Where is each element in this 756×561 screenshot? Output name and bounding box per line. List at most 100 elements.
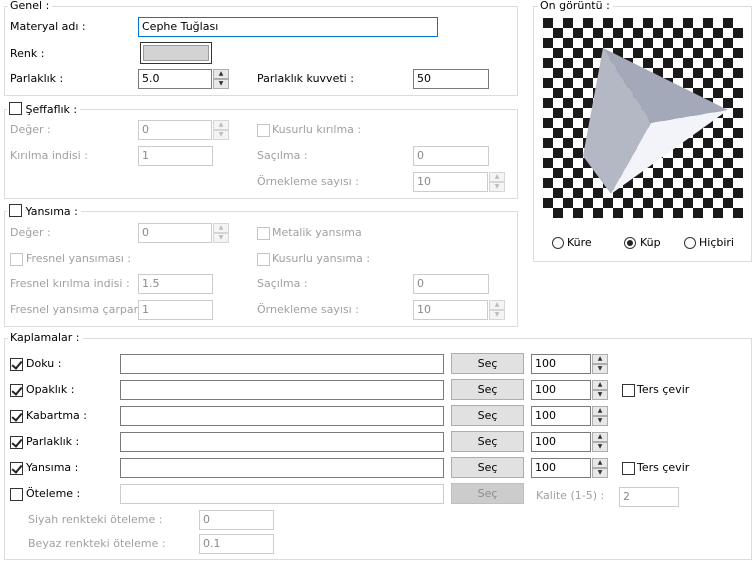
opacity-map-checkbox[interactable] bbox=[10, 384, 23, 397]
refraction-index-input[interactable]: 1 bbox=[138, 146, 213, 166]
bump-map-label: Kabartma : bbox=[26, 409, 87, 422]
reflection-value-label: Değer : bbox=[10, 226, 51, 239]
reflection-sample-count-label: Örnekleme sayısı : bbox=[257, 303, 359, 316]
spin-down-icon[interactable]: ▼ bbox=[592, 390, 608, 400]
gloss-map-label: Parlaklık : bbox=[26, 435, 80, 448]
transparency-checkbox[interactable] bbox=[9, 102, 22, 115]
reflection-map-select-button[interactable]: Seç bbox=[451, 457, 524, 478]
spin-down-icon[interactable]: ▼ bbox=[592, 442, 608, 452]
refraction-index-label: Kırılma indisi : bbox=[10, 149, 88, 162]
reflection-map-amount-stepper[interactable]: ▲ ▼ bbox=[592, 458, 608, 478]
spin-up-icon[interactable]: ▲ bbox=[213, 69, 229, 79]
transparency-sample-count-label: Örnekleme sayısı : bbox=[257, 175, 359, 188]
gloss-map-select-button[interactable]: Seç bbox=[451, 431, 524, 452]
spin-down-icon[interactable]: ▼ bbox=[489, 182, 505, 192]
bump-map-select-button[interactable]: Seç bbox=[451, 405, 524, 426]
bump-map-amount-input[interactable]: 100 bbox=[531, 406, 591, 426]
reflection-map-checkbox[interactable] bbox=[10, 462, 23, 475]
spin-up-icon[interactable]: ▲ bbox=[489, 172, 505, 182]
opacity-map-label: Opaklık : bbox=[26, 383, 75, 396]
opacity-map-amount-input[interactable]: 100 bbox=[531, 380, 591, 400]
brightness-stepper[interactable]: ▲ ▼ bbox=[213, 69, 229, 89]
reflection-scatter-input[interactable]: 0 bbox=[413, 274, 489, 294]
spin-up-icon[interactable]: ▲ bbox=[592, 432, 608, 442]
imperfect-refraction-checkbox[interactable] bbox=[257, 124, 270, 137]
reflection-value-input[interactable]: 0 bbox=[138, 223, 212, 243]
reflection-sample-count-input[interactable]: 10 bbox=[413, 300, 488, 320]
spin-down-icon[interactable]: ▼ bbox=[489, 310, 505, 320]
bump-map-checkbox[interactable] bbox=[10, 410, 23, 423]
transparency-value-stepper[interactable]: ▲ ▼ bbox=[213, 120, 229, 140]
opacity-map-amount-stepper[interactable]: ▲ ▼ bbox=[592, 380, 608, 400]
spin-up-icon[interactable]: ▲ bbox=[213, 223, 229, 233]
reflection-map-label: Yansıma : bbox=[26, 461, 79, 474]
displacement-map-path-input[interactable] bbox=[120, 484, 444, 504]
spin-up-icon[interactable]: ▲ bbox=[592, 380, 608, 390]
spin-down-icon[interactable]: ▼ bbox=[213, 130, 229, 140]
transparency-scatter-label: Saçılma : bbox=[257, 149, 308, 162]
reflection-sample-count-stepper[interactable]: ▲ ▼ bbox=[489, 300, 505, 320]
gloss-map-amount-input[interactable]: 100 bbox=[531, 432, 591, 452]
transparency-sample-count-input[interactable]: 10 bbox=[413, 172, 488, 192]
bump-map-amount-stepper[interactable]: ▲ ▼ bbox=[592, 406, 608, 426]
transparency-sample-count-stepper[interactable]: ▲ ▼ bbox=[489, 172, 505, 192]
material-name-label: Materyal adı : bbox=[10, 20, 86, 33]
fresnel-index-input[interactable]: 1.5 bbox=[138, 274, 213, 294]
reflection-legend: Yansıma : bbox=[7, 204, 81, 218]
displacement-map-select-button[interactable]: Seç bbox=[451, 483, 524, 504]
brightness-input[interactable]: 5.0 bbox=[138, 69, 212, 89]
texture-map-select-button[interactable]: Seç bbox=[451, 353, 524, 374]
gloss-map-amount-stepper[interactable]: ▲ ▼ bbox=[592, 432, 608, 452]
opacity-map-select-button[interactable]: Seç bbox=[451, 379, 524, 400]
fresnel-index-label: Fresnel kırılma indisi : bbox=[10, 277, 130, 290]
opacity-map-path-input[interactable] bbox=[120, 380, 444, 400]
spin-down-icon[interactable]: ▼ bbox=[213, 233, 229, 243]
transparency-value-label: Değer : bbox=[10, 123, 51, 136]
color-swatch bbox=[143, 45, 209, 61]
imperfect-reflection-checkbox[interactable] bbox=[257, 253, 270, 266]
fresnel-reflection-checkbox[interactable] bbox=[10, 253, 23, 266]
metallic-reflection-checkbox[interactable] bbox=[257, 227, 270, 240]
displacement-quality-label: Kalite (1-5) : bbox=[536, 489, 605, 502]
spin-up-icon[interactable]: ▲ bbox=[592, 458, 608, 468]
gloss-map-path-input[interactable] bbox=[120, 432, 444, 452]
displacement-map-checkbox[interactable] bbox=[10, 488, 23, 501]
preview-option-sphere-radio[interactable] bbox=[552, 237, 564, 249]
reflection-checkbox[interactable] bbox=[9, 204, 22, 217]
fresnel-multiplier-input[interactable]: 1 bbox=[138, 300, 213, 320]
opacity-invert-checkbox[interactable] bbox=[622, 384, 635, 397]
black-displacement-label: Siyah renkteki öteleme : bbox=[28, 513, 163, 526]
texture-map-amount-input[interactable]: 100 bbox=[531, 354, 591, 374]
white-displacement-input[interactable]: 0.1 bbox=[199, 534, 274, 554]
spin-up-icon[interactable]: ▲ bbox=[213, 120, 229, 130]
texture-map-amount-stepper[interactable]: ▲ ▼ bbox=[592, 354, 608, 374]
preview-option-cube-radio[interactable] bbox=[624, 237, 636, 249]
brightness-strength-input[interactable]: 50 bbox=[413, 69, 489, 89]
spin-down-icon[interactable]: ▼ bbox=[592, 364, 608, 374]
spin-down-icon[interactable]: ▼ bbox=[592, 416, 608, 426]
reflection-map-path-input[interactable] bbox=[120, 458, 444, 478]
transparency-value-input[interactable]: 0 bbox=[138, 120, 212, 140]
opacity-invert-label: Ters çevir bbox=[637, 383, 690, 396]
bump-map-path-input[interactable] bbox=[120, 406, 444, 426]
material-name-input[interactable]: Cephe Tuğlası bbox=[138, 17, 438, 37]
reflection-invert-checkbox[interactable] bbox=[622, 462, 635, 475]
texture-map-checkbox[interactable] bbox=[10, 358, 23, 371]
reflection-scatter-label: Saçılma : bbox=[257, 277, 308, 290]
texture-map-path-input[interactable] bbox=[120, 354, 444, 374]
gloss-map-checkbox[interactable] bbox=[10, 436, 23, 449]
displacement-map-label: Öteleme : bbox=[26, 487, 81, 500]
spin-up-icon[interactable]: ▲ bbox=[592, 354, 608, 364]
black-displacement-input[interactable]: 0 bbox=[199, 510, 274, 530]
preview-option-none-radio[interactable] bbox=[684, 237, 696, 249]
preview-legend: Ön görüntü : bbox=[538, 0, 613, 12]
spin-down-icon[interactable]: ▼ bbox=[213, 79, 229, 89]
transparency-scatter-input[interactable]: 0 bbox=[413, 146, 489, 166]
displacement-quality-input[interactable]: 2 bbox=[619, 487, 679, 507]
spin-up-icon[interactable]: ▲ bbox=[489, 300, 505, 310]
spin-down-icon[interactable]: ▼ bbox=[592, 468, 608, 478]
reflection-invert-label: Ters çevir bbox=[637, 461, 690, 474]
spin-up-icon[interactable]: ▲ bbox=[592, 406, 608, 416]
reflection-map-amount-input[interactable]: 100 bbox=[531, 458, 591, 478]
reflection-value-stepper[interactable]: ▲ ▼ bbox=[213, 223, 229, 243]
